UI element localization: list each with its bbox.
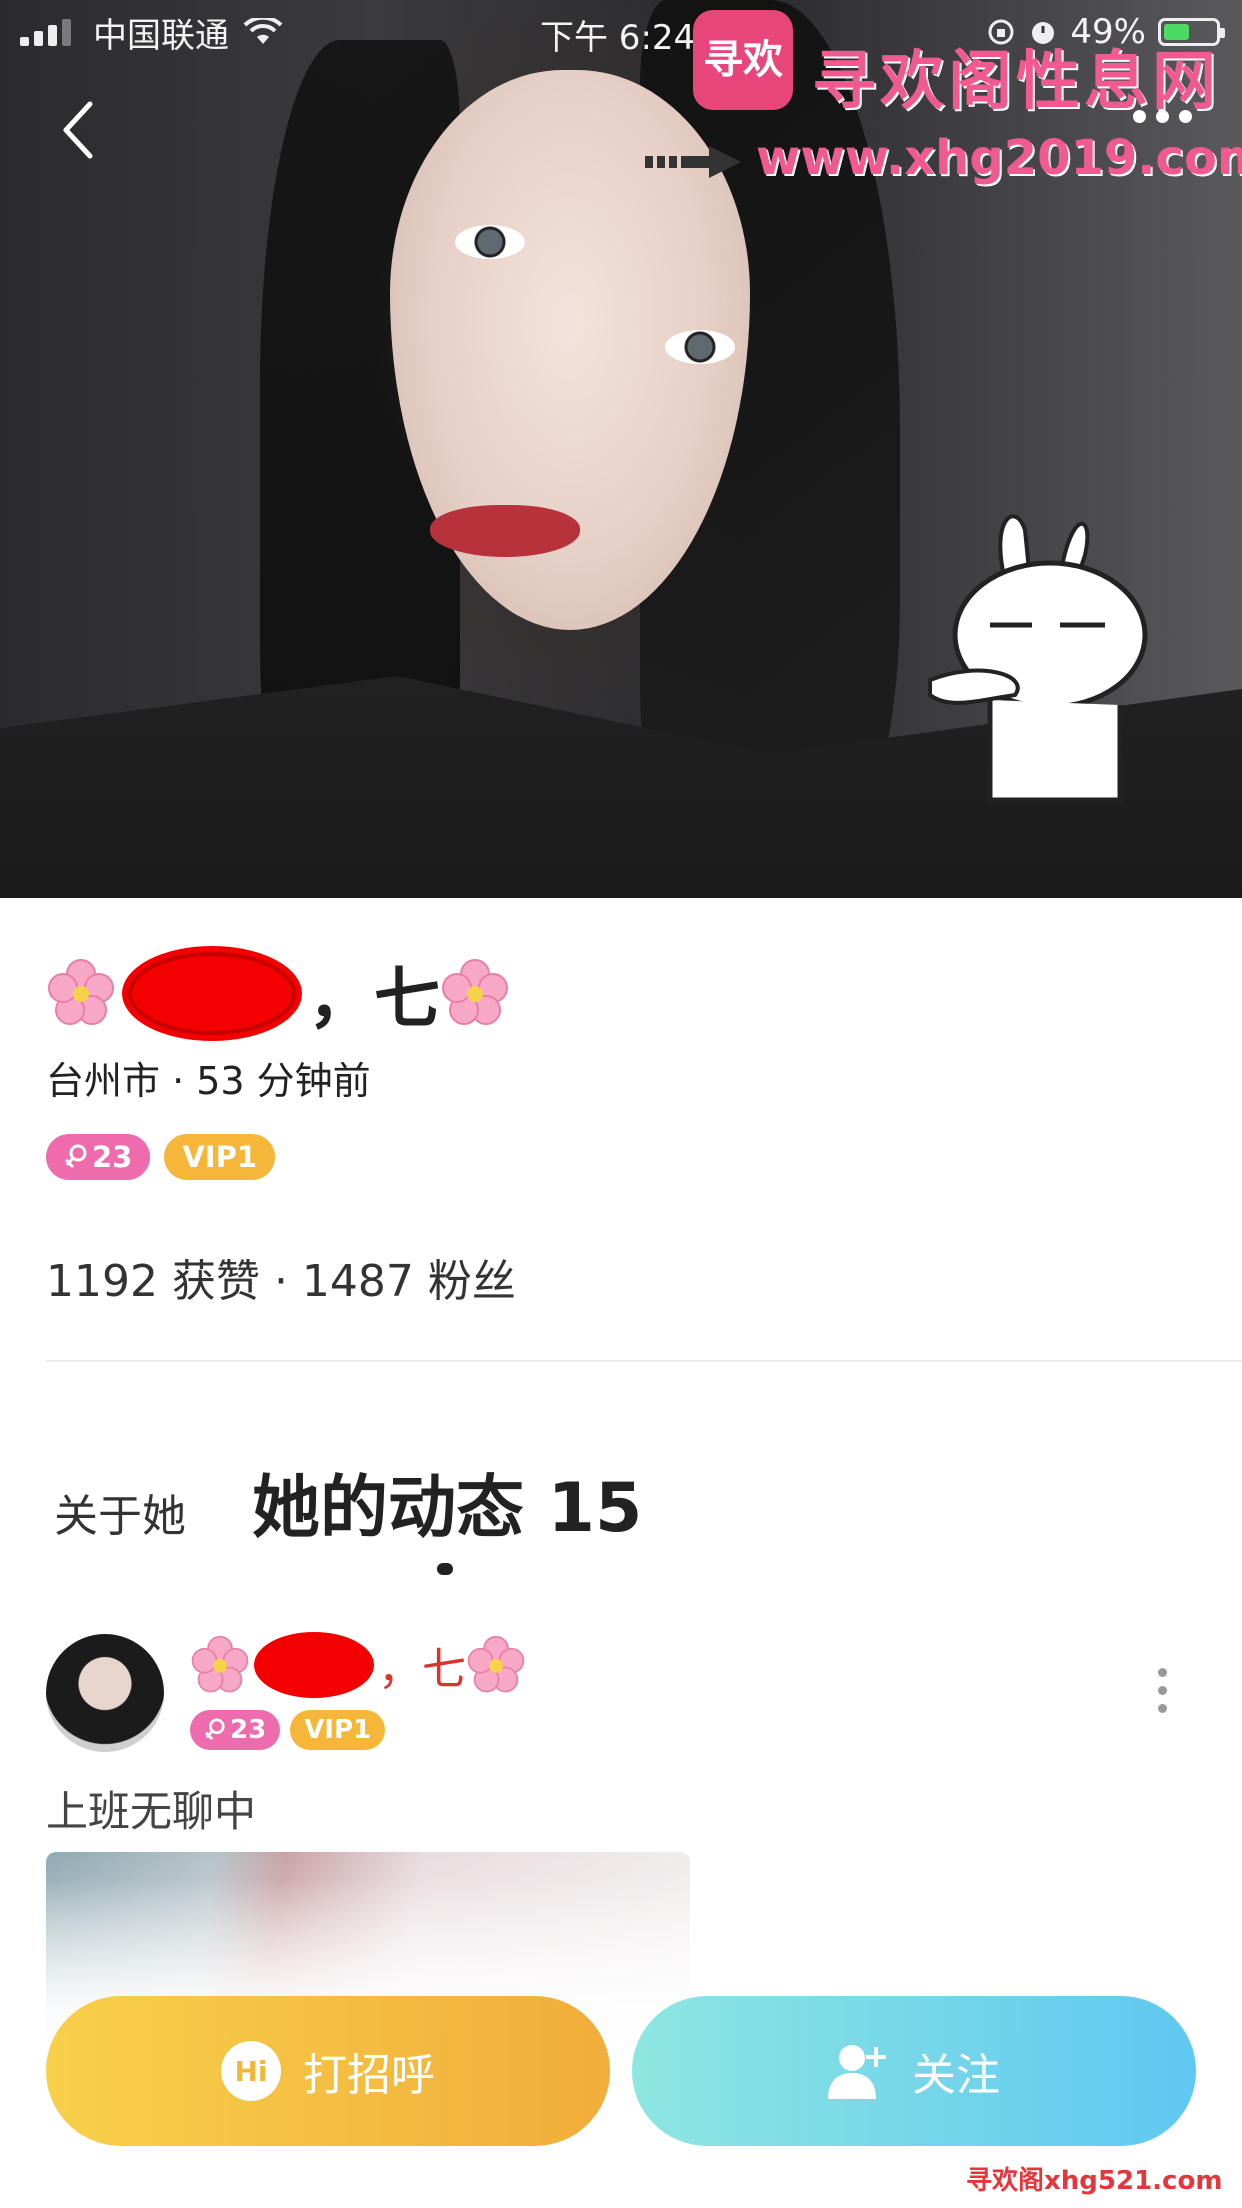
post-author-name[interactable]: ，七 bbox=[190, 1630, 526, 1700]
photo-eye-left bbox=[455, 225, 525, 259]
cherry-blossom-icon bbox=[467, 1635, 525, 1693]
photo-lips bbox=[430, 505, 580, 557]
wifi-icon bbox=[243, 18, 283, 44]
vip-badge: VIP1 bbox=[290, 1710, 386, 1750]
add-user-icon bbox=[828, 2045, 886, 2099]
post-author-name-suffix: ，七 bbox=[378, 1644, 466, 1695]
cherry-blossom-icon bbox=[191, 1635, 249, 1693]
greet-button-label: 打招呼 bbox=[303, 2050, 435, 2101]
avatar[interactable] bbox=[46, 1634, 164, 1752]
status-time: 下午 6:24 bbox=[540, 18, 696, 58]
watermark-logo: 寻欢 bbox=[693, 10, 793, 110]
gender-age-badge: 23 bbox=[190, 1710, 281, 1750]
hi-icon: Hi bbox=[221, 2041, 281, 2101]
photo-eye-right bbox=[665, 330, 735, 364]
profile-name: ，七 bbox=[46, 945, 510, 1041]
profile-badges: 23 VIP1 bbox=[46, 1134, 276, 1180]
signal-icon bbox=[20, 18, 71, 46]
post-author-badges: 23 VIP1 bbox=[190, 1710, 386, 1750]
watermark-bottom: 寻欢阁xhg521.com bbox=[966, 2166, 1223, 2196]
redacted-name-scribble bbox=[254, 1632, 374, 1698]
follow-button[interactable]: 关注 bbox=[632, 1996, 1196, 2146]
greet-button[interactable]: Hi 打招呼 bbox=[46, 1996, 610, 2146]
profile-name-suffix: ，七 bbox=[308, 960, 440, 1037]
age-label: 23 bbox=[92, 1140, 133, 1174]
watermark-arrow-icon bbox=[645, 146, 741, 178]
redacted-name-scribble bbox=[122, 945, 302, 1041]
watermark-logo-text: 寻欢 bbox=[703, 37, 783, 83]
active-tab-indicator bbox=[437, 1563, 453, 1575]
watermark-url: www.xhg2019.com bbox=[756, 130, 1242, 186]
follow-button-label: 关注 bbox=[912, 2050, 1000, 2101]
likes-fans-stats: 1192 获赞 · 1487 粉丝 bbox=[46, 1256, 516, 1307]
vip-badge: VIP1 bbox=[164, 1134, 276, 1180]
back-button[interactable] bbox=[48, 90, 108, 170]
carrier-label: 中国联通 bbox=[93, 15, 229, 56]
age-label: 23 bbox=[230, 1715, 267, 1745]
watermark-title: 寻欢阁性息网 bbox=[812, 45, 1220, 119]
chevron-left-icon bbox=[63, 101, 93, 159]
tab-her-moments[interactable]: 她的动态 15 bbox=[252, 1452, 642, 1551]
location-last-active: 台州市 · 53 分钟前 bbox=[46, 1059, 371, 1103]
post-text: 上班无聊中 bbox=[46, 1787, 257, 1836]
tab-about-her[interactable]: 关于她 bbox=[54, 1480, 186, 1544]
bunny-sticker-icon bbox=[928, 514, 1148, 803]
female-icon bbox=[64, 1144, 87, 1169]
female-icon bbox=[204, 1718, 225, 1741]
section-divider bbox=[46, 1360, 1242, 1362]
cherry-blossom-icon bbox=[48, 959, 114, 1025]
gender-age-badge: 23 bbox=[46, 1134, 151, 1180]
post-more-button[interactable] bbox=[1158, 1668, 1167, 1713]
cherry-blossom-icon bbox=[442, 959, 508, 1025]
